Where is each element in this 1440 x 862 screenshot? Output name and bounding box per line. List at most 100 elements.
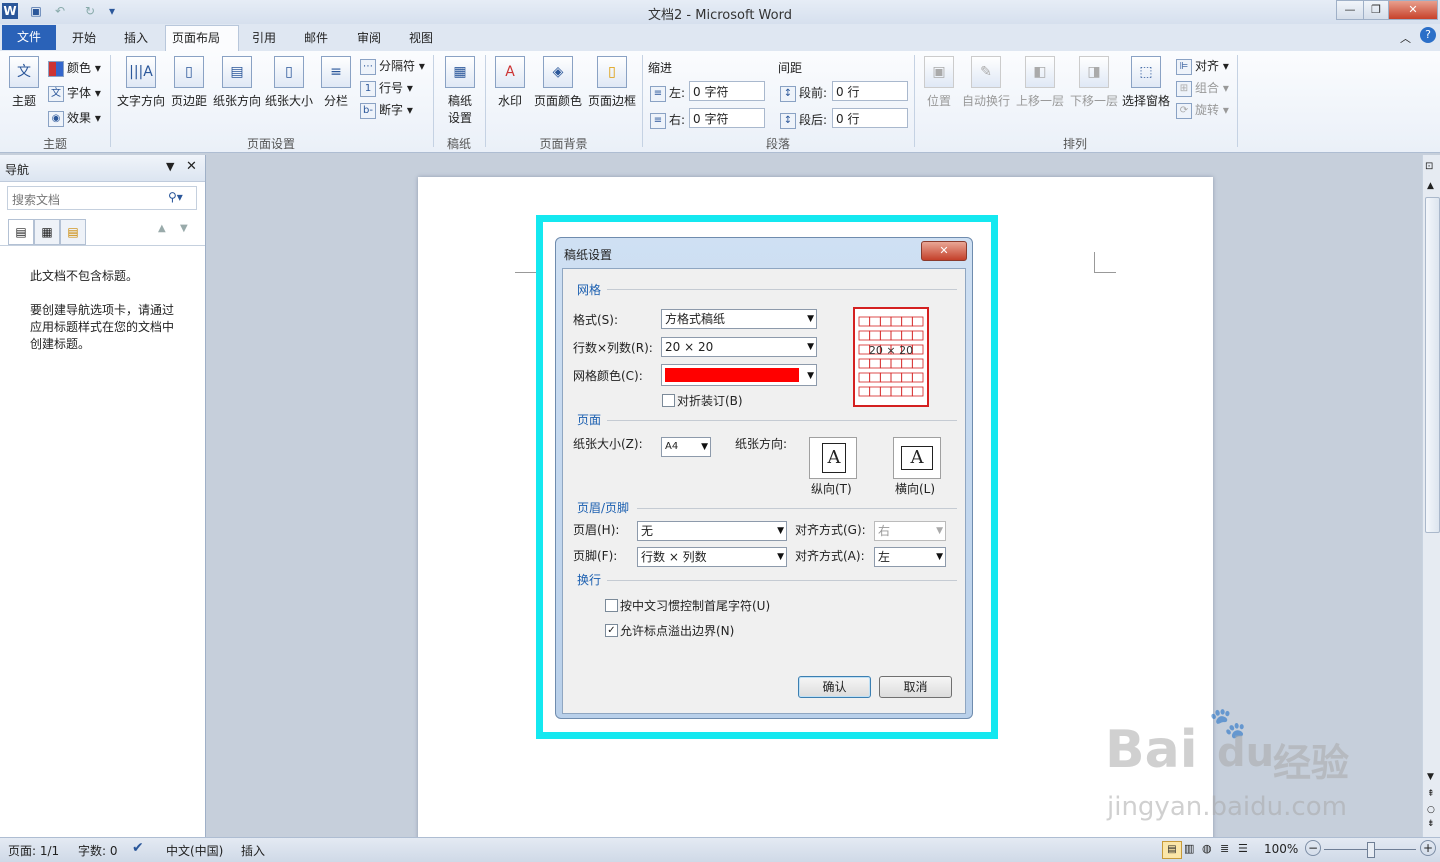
ok-button[interactable]: 确认 xyxy=(798,676,871,698)
dialog-close-button[interactable]: ✕ xyxy=(921,241,967,261)
page-count[interactable]: 页面: 1/1 xyxy=(8,842,59,859)
nav-menu-icon[interactable]: ▼ xyxy=(166,160,174,173)
spacing-after-input[interactable]: 0 行 xyxy=(832,108,908,128)
theme-colors-button[interactable]: 颜色 ▾ xyxy=(48,59,101,77)
search-input[interactable]: 搜索文档 xyxy=(12,191,60,208)
zoom-level[interactable]: 100% xyxy=(1264,842,1298,856)
punctuation-overflow-checkbox[interactable]: ✓ xyxy=(605,624,618,637)
columns-button[interactable]: ≡ 分栏 xyxy=(320,56,352,109)
language-status[interactable]: 中文(中国) xyxy=(166,842,223,859)
spacing-before-input[interactable]: 0 行 xyxy=(832,81,908,101)
navigation-title: 导航 xyxy=(5,163,30,177)
size-button[interactable]: ▯ 纸张大小 xyxy=(264,56,314,109)
fonts-icon: 文 xyxy=(48,85,64,102)
indent-right-input[interactable]: 0 字符 xyxy=(689,108,765,128)
scroll-down-icon[interactable]: ▼ xyxy=(1427,772,1434,782)
header-select[interactable]: 无 ▼ xyxy=(637,521,787,541)
tab-page-layout[interactable]: 页面布局 xyxy=(165,25,239,52)
next-icon[interactable]: ▼ xyxy=(180,223,188,234)
next-page-icon[interactable]: ⇟ xyxy=(1427,819,1435,829)
orientation-button[interactable]: ▤ 纸张方向 xyxy=(212,56,262,109)
search-icon[interactable]: ⚲▾ xyxy=(168,190,183,204)
cancel-button[interactable]: 取消 xyxy=(879,676,952,698)
maximize-button[interactable]: ❐ xyxy=(1363,0,1389,20)
watermark-button[interactable]: A 水印 xyxy=(494,56,526,109)
collapse-ribbon-icon[interactable]: ︿ xyxy=(1400,30,1411,46)
nav-close-icon[interactable]: ✕ xyxy=(186,159,197,174)
zoom-slider-thumb[interactable] xyxy=(1367,842,1375,858)
web-layout-icon[interactable]: ◍ xyxy=(1202,842,1212,855)
tab-references[interactable]: 引用 xyxy=(246,27,282,49)
minimize-button[interactable]: — xyxy=(1336,0,1364,20)
divider xyxy=(607,580,957,581)
zoom-out-icon[interactable]: − xyxy=(1305,840,1321,856)
prev-page-icon[interactable]: ⇞ xyxy=(1427,789,1435,799)
style-select[interactable]: 方格式稿纸 ▼ xyxy=(661,309,817,329)
group-button[interactable]: ⊞ 组合 ▾ xyxy=(1176,79,1229,97)
page-color-button[interactable]: ◈ 页面颜色 xyxy=(532,56,584,109)
header-align-select[interactable]: 右 ▼ xyxy=(874,521,946,541)
thumbnails-view-icon[interactable]: ▦ xyxy=(34,219,60,245)
tab-review[interactable]: 审阅 xyxy=(351,27,387,49)
word-count[interactable]: 字数: 0 xyxy=(78,842,118,859)
tab-view[interactable]: 视图 xyxy=(403,27,439,49)
results-view-icon[interactable]: ▤ xyxy=(60,219,86,245)
proofing-icon[interactable]: ✔ xyxy=(132,840,144,856)
bring-forward-button[interactable]: ◧ 上移一层 xyxy=(1014,56,1066,109)
search-box[interactable]: 搜索文档 ⚲▾ xyxy=(7,186,197,210)
zoom-in-icon[interactable]: + xyxy=(1420,840,1436,856)
hint-line-2: 应用标题样式在您的文档中 xyxy=(30,320,175,334)
footer-select[interactable]: 行数 × 列数 ▼ xyxy=(637,547,787,567)
reading-view-icon[interactable]: ▥ xyxy=(1184,842,1194,855)
draft-view-icon[interactable]: ☰ xyxy=(1238,842,1248,855)
divider xyxy=(110,55,111,147)
footer-label: 页脚(F): xyxy=(573,549,618,563)
grid-color-select[interactable]: ▼ xyxy=(661,364,817,386)
rotate-button[interactable]: ⟳ 旋转 ▾ xyxy=(1176,101,1229,119)
position-button[interactable]: ▣ 位置 xyxy=(922,56,956,109)
fold-binding-checkbox[interactable] xyxy=(662,394,675,407)
browse-object-icon[interactable]: ○ xyxy=(1427,805,1435,815)
tab-home[interactable]: 开始 xyxy=(66,27,102,49)
theme-fonts-button[interactable]: 文字体 ▾ xyxy=(48,84,101,102)
text-direction-button[interactable]: |||A 文字方向 xyxy=(116,56,166,109)
portrait-label: 纵向(T) xyxy=(811,482,852,496)
close-window-button[interactable]: ✕ xyxy=(1388,0,1438,20)
help-icon[interactable]: ? xyxy=(1420,27,1436,43)
orientation-label: 纸张方向: xyxy=(735,437,788,451)
rows-cols-select[interactable]: 20 × 20 ▼ xyxy=(661,337,817,357)
footer-align-select[interactable]: 左 ▼ xyxy=(874,547,946,567)
headings-view-icon[interactable]: ▤ xyxy=(8,219,34,245)
wrap-text-button[interactable]: ✎ 自动换行 xyxy=(960,56,1012,109)
chinese-rules-checkbox[interactable] xyxy=(605,599,618,612)
indent-left-label: ≡ 左: xyxy=(650,84,685,102)
landscape-button[interactable]: A xyxy=(893,437,941,479)
print-layout-icon[interactable]: ▤ xyxy=(1162,841,1182,859)
breaks-button[interactable]: ⋯ 分隔符 ▾ xyxy=(360,57,425,75)
theme-button[interactable]: 文 主题 xyxy=(6,56,42,109)
manuscript-settings-button[interactable]: ▦ 稿纸 设置 xyxy=(442,56,478,126)
scroll-thumb[interactable] xyxy=(1425,197,1440,533)
line-numbers-button[interactable]: 1 行号 ▾ xyxy=(360,79,413,97)
theme-effects-button[interactable]: ◉ 效果 ▾ xyxy=(48,109,101,127)
margins-button[interactable]: ▯ 页边距 xyxy=(168,56,210,109)
hyphenation-button[interactable]: b- 断字 ▾ xyxy=(360,101,413,119)
ruler-toggle-icon[interactable]: ⊡ xyxy=(1425,161,1433,172)
tab-file[interactable]: 文件 xyxy=(2,25,56,50)
chevron-down-icon: ▼ xyxy=(936,552,943,562)
tab-mailings[interactable]: 邮件 xyxy=(298,27,334,49)
align-button[interactable]: ⊫ 对齐 ▾ xyxy=(1176,57,1229,75)
indent-left-input[interactable]: 0 字符 xyxy=(689,81,765,101)
grid-section-label: 网格 xyxy=(577,283,602,297)
vertical-scrollbar[interactable]: ⊡ ▲ ▼ ⇞ ○ ⇟ xyxy=(1422,155,1440,837)
prev-icon[interactable]: ▲ xyxy=(158,223,166,234)
tab-insert[interactable]: 插入 xyxy=(118,27,154,49)
insert-mode[interactable]: 插入 xyxy=(241,842,265,859)
outline-view-icon[interactable]: ≣ xyxy=(1220,842,1229,855)
page-borders-button[interactable]: ▯ 页面边框 xyxy=(586,56,638,109)
portrait-button[interactable]: A xyxy=(809,437,857,479)
paper-size-select[interactable]: A4 ▼ xyxy=(661,437,711,457)
scroll-up-icon[interactable]: ▲ xyxy=(1427,181,1434,191)
send-backward-button[interactable]: ◨ 下移一层 xyxy=(1068,56,1120,109)
selection-pane-button[interactable]: ⬚ 选择窗格 xyxy=(1121,56,1171,109)
